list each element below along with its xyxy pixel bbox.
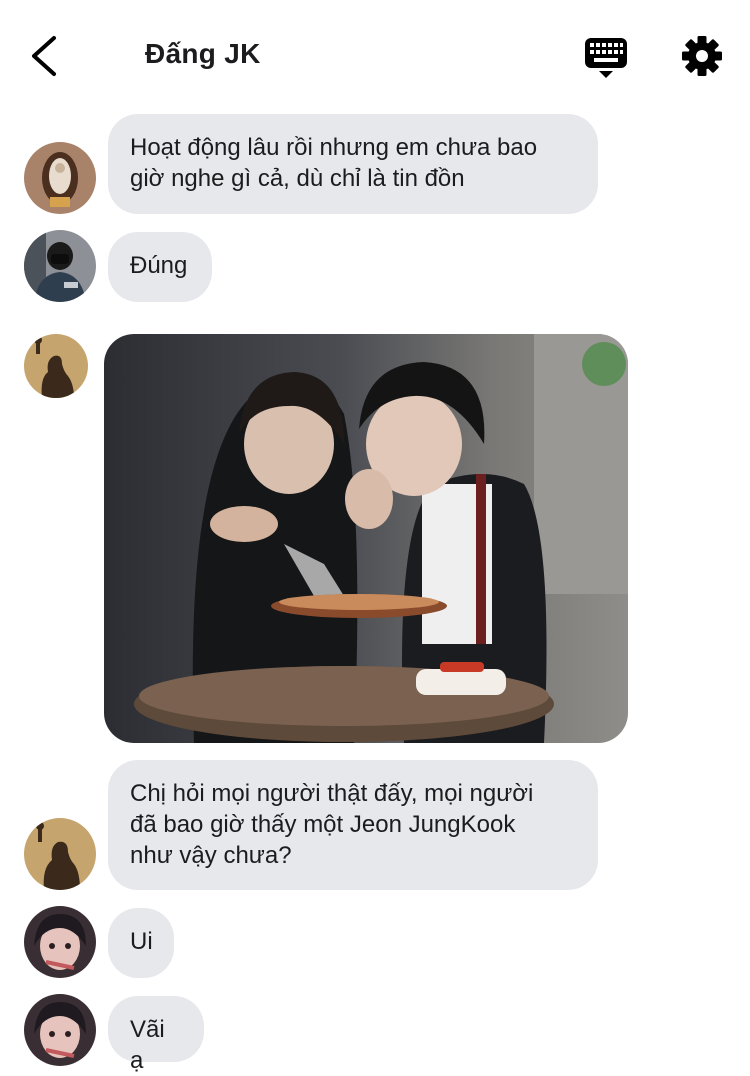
chevron-left-icon (32, 36, 56, 76)
avatar[interactable] (24, 230, 96, 302)
shared-photo[interactable] (104, 334, 628, 743)
gear-icon (682, 36, 722, 76)
keyboard-button[interactable] (584, 36, 628, 80)
back-button[interactable] (26, 34, 66, 78)
message-bubble[interactable]: Ui (108, 908, 174, 978)
avatar[interactable] (24, 818, 96, 890)
avatar[interactable] (24, 142, 96, 214)
keyboard-icon (585, 38, 627, 78)
message-bubble[interactable]: Đúng (108, 232, 212, 302)
avatar[interactable] (24, 906, 96, 978)
settings-button[interactable] (680, 34, 724, 78)
message-bubble[interactable]: Chị hỏi mọi người thật đấy, mọi người đã… (108, 760, 598, 890)
chat-header: Đấng JK (0, 0, 750, 110)
chat-title: Đấng JK (145, 38, 261, 69)
avatar[interactable] (24, 334, 88, 398)
message-bubble[interactable]: Hoạt động lâu rồi nhưng em chưa bao giờ … (108, 114, 598, 214)
message-bubble[interactable]: Vãi ạ (108, 996, 204, 1074)
avatar[interactable] (24, 994, 96, 1066)
